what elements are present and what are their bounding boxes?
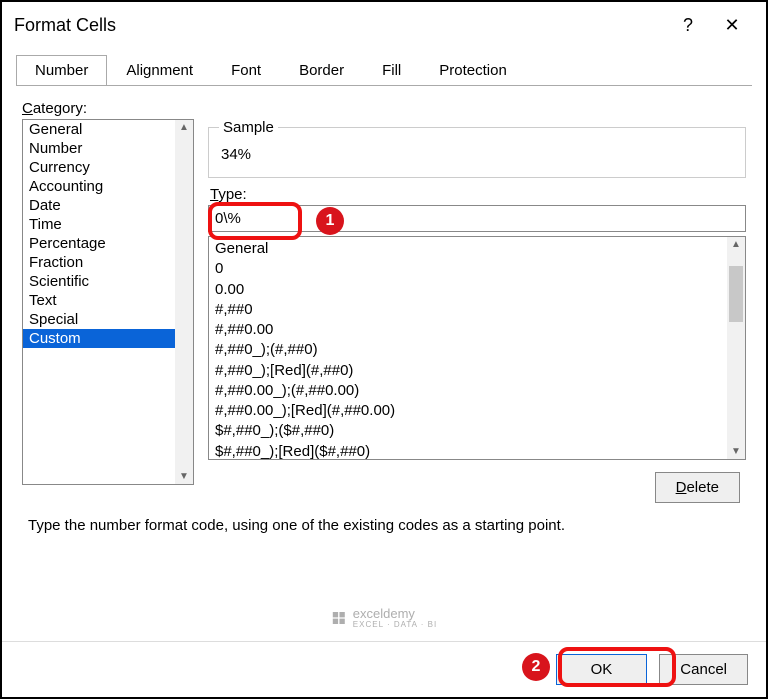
- scroll-down-icon[interactable]: ▼: [731, 444, 741, 459]
- category-item-text[interactable]: Text: [23, 291, 175, 310]
- category-item-accounting[interactable]: Accounting: [23, 177, 175, 196]
- format-item[interactable]: $#,##0_);[Red]($#,##0): [215, 442, 721, 460]
- delete-button[interactable]: Delete: [655, 472, 740, 503]
- category-item-fraction[interactable]: Fraction: [23, 253, 175, 272]
- tab-border[interactable]: Border: [280, 55, 363, 86]
- watermark-main: exceldemy: [353, 606, 415, 621]
- category-scrollbar[interactable]: ▲ ▼: [175, 120, 193, 484]
- number-panel: Category: GeneralNumberCurrencyAccountin…: [16, 85, 752, 641]
- hint-text: Type the number format code, using one o…: [28, 517, 746, 534]
- scroll-up-icon[interactable]: ▲: [731, 237, 741, 252]
- logo-icon: [331, 610, 347, 626]
- category-item-general[interactable]: General: [23, 120, 175, 139]
- sample-value: 34%: [219, 142, 735, 167]
- format-item[interactable]: 0.00: [215, 280, 721, 300]
- close-button[interactable]: ✕: [710, 10, 754, 40]
- category-item-custom[interactable]: Custom: [23, 329, 175, 348]
- format-item[interactable]: 0: [215, 259, 721, 279]
- tab-alignment[interactable]: Alignment: [107, 55, 212, 86]
- format-item[interactable]: #,##0_);(#,##0): [215, 340, 721, 360]
- format-item[interactable]: #,##0.00_);(#,##0.00): [215, 381, 721, 401]
- category-item-percentage[interactable]: Percentage: [23, 234, 175, 253]
- format-scrollbar[interactable]: ▲ ▼: [727, 237, 745, 459]
- watermark: exceldemy EXCEL · DATA · BI: [331, 606, 437, 629]
- tab-number[interactable]: Number: [16, 55, 107, 86]
- category-label: Category:: [22, 100, 752, 117]
- dialog-buttons: OK Cancel: [2, 641, 766, 697]
- category-item-time[interactable]: Time: [23, 215, 175, 234]
- category-item-special[interactable]: Special: [23, 310, 175, 329]
- cancel-button[interactable]: Cancel: [659, 654, 748, 685]
- scroll-up-icon[interactable]: ▲: [179, 120, 189, 135]
- format-item[interactable]: #,##0_);[Red](#,##0): [215, 361, 721, 381]
- type-input[interactable]: [208, 205, 746, 232]
- category-item-currency[interactable]: Currency: [23, 158, 175, 177]
- format-item[interactable]: $#,##0_);($#,##0): [215, 421, 721, 441]
- category-listbox[interactable]: GeneralNumberCurrencyAccountingDateTimeP…: [22, 119, 194, 485]
- category-item-number[interactable]: Number: [23, 139, 175, 158]
- format-item[interactable]: #,##0.00_);[Red](#,##0.00): [215, 401, 721, 421]
- format-cells-dialog: Format Cells ? ✕ Number Alignment Font B…: [0, 0, 768, 699]
- tab-protection[interactable]: Protection: [420, 55, 526, 86]
- format-item[interactable]: #,##0.00: [215, 320, 721, 340]
- tab-fill[interactable]: Fill: [363, 55, 420, 86]
- format-item[interactable]: General: [215, 239, 721, 259]
- format-item[interactable]: #,##0: [215, 300, 721, 320]
- tab-strip: Number Alignment Font Border Fill Protec…: [16, 54, 752, 85]
- help-button[interactable]: ?: [666, 10, 710, 40]
- category-item-date[interactable]: Date: [23, 196, 175, 215]
- scroll-down-icon[interactable]: ▼: [179, 469, 189, 484]
- ok-button[interactable]: OK: [556, 654, 648, 685]
- sample-group: Sample 34%: [208, 119, 746, 178]
- sample-legend: Sample: [219, 119, 278, 136]
- tab-font[interactable]: Font: [212, 55, 280, 86]
- scroll-thumb[interactable]: [729, 266, 743, 322]
- watermark-sub: EXCEL · DATA · BI: [353, 621, 437, 629]
- dialog-title: Format Cells: [14, 15, 666, 36]
- titlebar: Format Cells ? ✕: [2, 2, 766, 48]
- format-listbox[interactable]: General00.00#,##0#,##0.00#,##0_);(#,##0)…: [208, 236, 746, 460]
- category-item-scientific[interactable]: Scientific: [23, 272, 175, 291]
- type-label: Type:: [210, 186, 746, 203]
